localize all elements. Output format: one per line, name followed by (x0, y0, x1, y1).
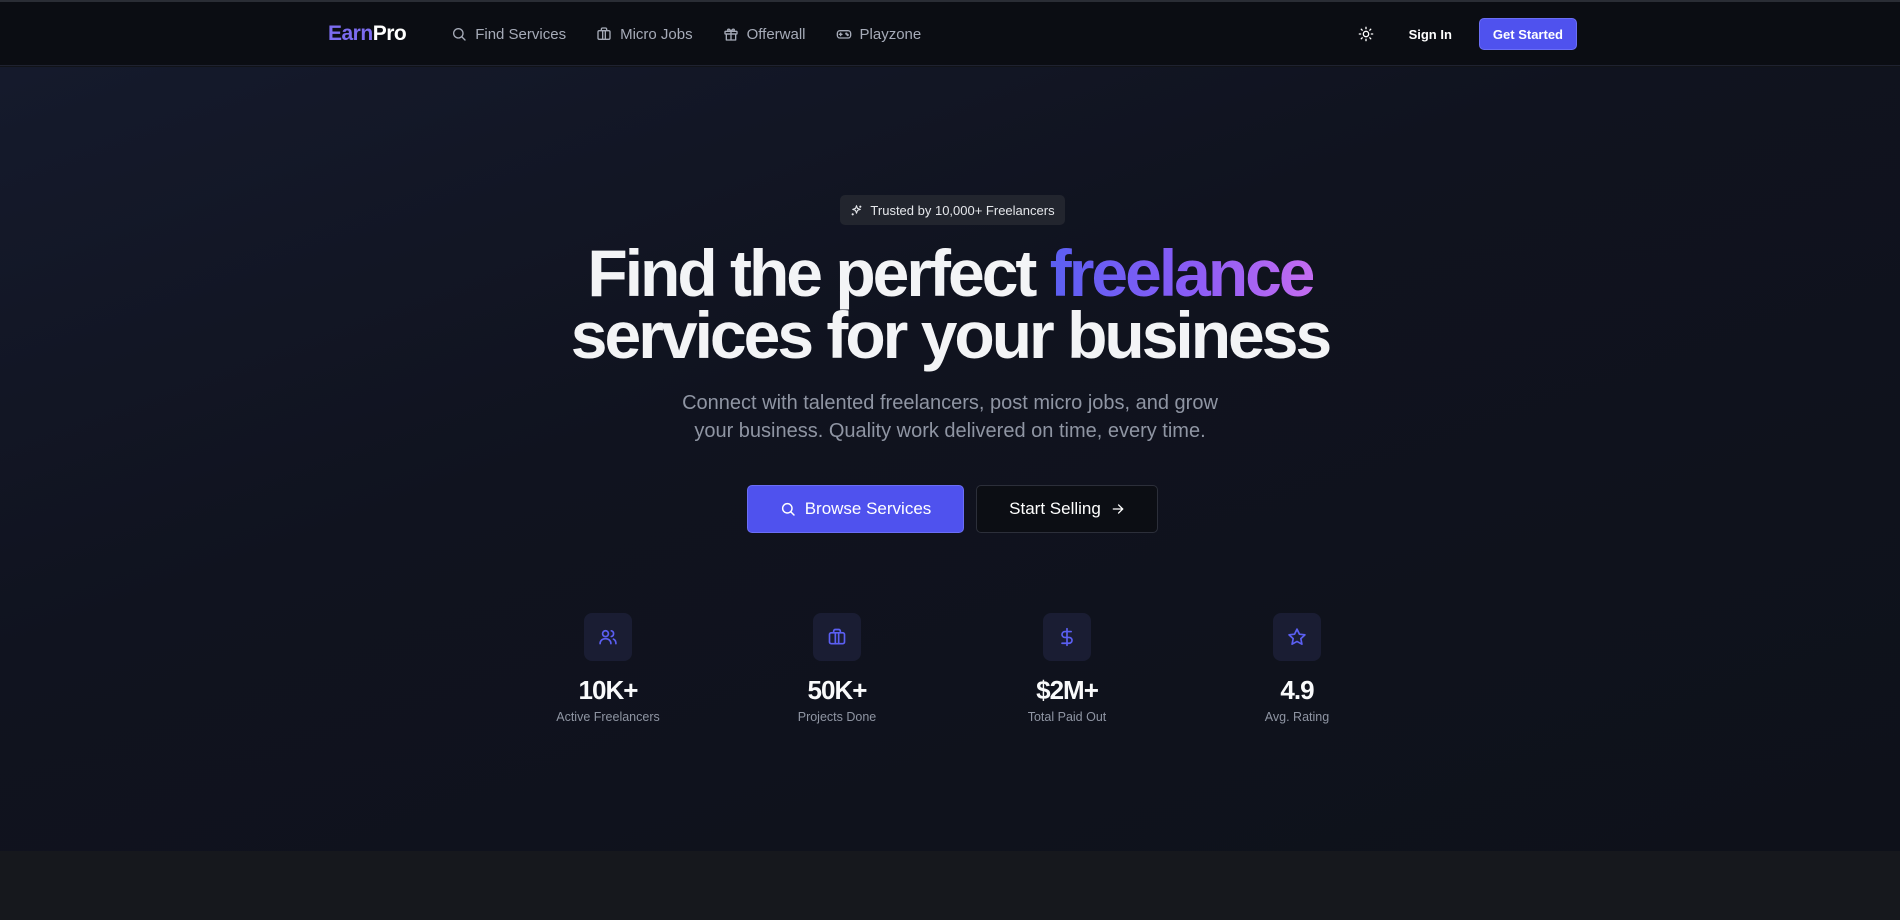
users-icon (599, 629, 617, 645)
stat-icon-box (813, 613, 861, 661)
nav-item-label: Playzone (859, 25, 922, 43)
browse-services-label: Browse Services (804, 499, 932, 518)
main-nav: Find Services Micro Jobs Offerwall Playz… (451, 26, 921, 43)
nav-item-label: Find Services (475, 25, 567, 43)
stat-icon-box (1043, 613, 1091, 661)
stat-icon-box (1273, 613, 1321, 661)
gamepad-icon (836, 29, 851, 39)
theme-toggle-button[interactable] (1351, 19, 1381, 49)
nav-item-offerwall[interactable]: Offerwall (723, 26, 806, 43)
nav-item-playzone[interactable]: Playzone (836, 25, 922, 43)
stat-label: Projects Done (797, 710, 877, 724)
trusted-badge: Trusted by 10,000+ Freelancers (840, 195, 1065, 225)
stat-value: 50K+ (807, 675, 868, 705)
hero-subtext-line2: your business. Quality work delivered on… (694, 420, 1206, 442)
sign-in-link[interactable]: Sign In (1409, 27, 1452, 42)
top-navbar: EarnPro Find Services Micro Jobs Offerwa… (0, 2, 1900, 66)
briefcase-icon (828, 628, 846, 645)
stat-label: Total Paid Out (1027, 710, 1107, 724)
nav-item-micro-jobs[interactable]: Micro Jobs (596, 26, 693, 43)
nav-item-label: Micro Jobs (620, 25, 693, 43)
start-selling-button[interactable]: Start Selling (976, 485, 1158, 533)
sparkles-icon (852, 204, 862, 215)
next-section (0, 851, 1900, 920)
dollar-icon (1061, 627, 1073, 647)
start-selling-label: Start Selling (1009, 499, 1101, 518)
brand-logo[interactable]: EarnPro (328, 22, 407, 46)
browse-services-button[interactable]: Browse Services (747, 485, 964, 533)
brand-logo-pro: Pro (372, 22, 407, 45)
stat-label: Active Freelancers (556, 710, 660, 724)
gift-icon (723, 28, 738, 41)
get-started-button[interactable]: Get Started (1478, 18, 1577, 50)
hero-section (0, 67, 1900, 851)
nav-item-find-services[interactable]: Find Services (451, 26, 566, 43)
stat-value: 10K+ (578, 675, 639, 705)
hero-subtext-line1: Connect with talented freelancers, post … (682, 392, 1218, 414)
hero-subtext: Connect with talented freelancers, post … (0, 389, 1900, 445)
navbar-inner: EarnPro Find Services Micro Jobs Offerwa… (328, 2, 1577, 66)
nav-item-label: Offerwall (746, 25, 806, 43)
headline-text-line2: services for your business (570, 298, 1332, 372)
sun-icon (1358, 26, 1373, 42)
hero-headline: Find the perfect freelance services for … (0, 240, 1900, 368)
stat-total-paid-out: $2M+ Total Paid Out (987, 613, 1147, 724)
stat-value: 4.9 (1280, 675, 1314, 705)
trusted-badge-text: Trusted by 10,000+ Freelancers (870, 202, 1055, 218)
stat-active-freelancers: 10K+ Active Freelancers (528, 613, 688, 724)
star-icon (1288, 628, 1306, 646)
briefcase-icon (597, 27, 611, 40)
arrow-right-icon (1112, 504, 1124, 514)
stat-icon-box (584, 613, 632, 661)
navbar-actions: Sign In Get Started (1351, 18, 1577, 50)
stat-label: Avg. Rating (1264, 710, 1330, 724)
brand-logo-earn: Earn (328, 22, 373, 45)
stat-avg-rating: 4.9 Avg. Rating (1217, 613, 1377, 724)
stat-projects-done: 50K+ Projects Done (757, 613, 917, 724)
search-icon (781, 502, 795, 516)
stat-value: $2M+ (1036, 675, 1099, 705)
search-icon (453, 28, 466, 41)
